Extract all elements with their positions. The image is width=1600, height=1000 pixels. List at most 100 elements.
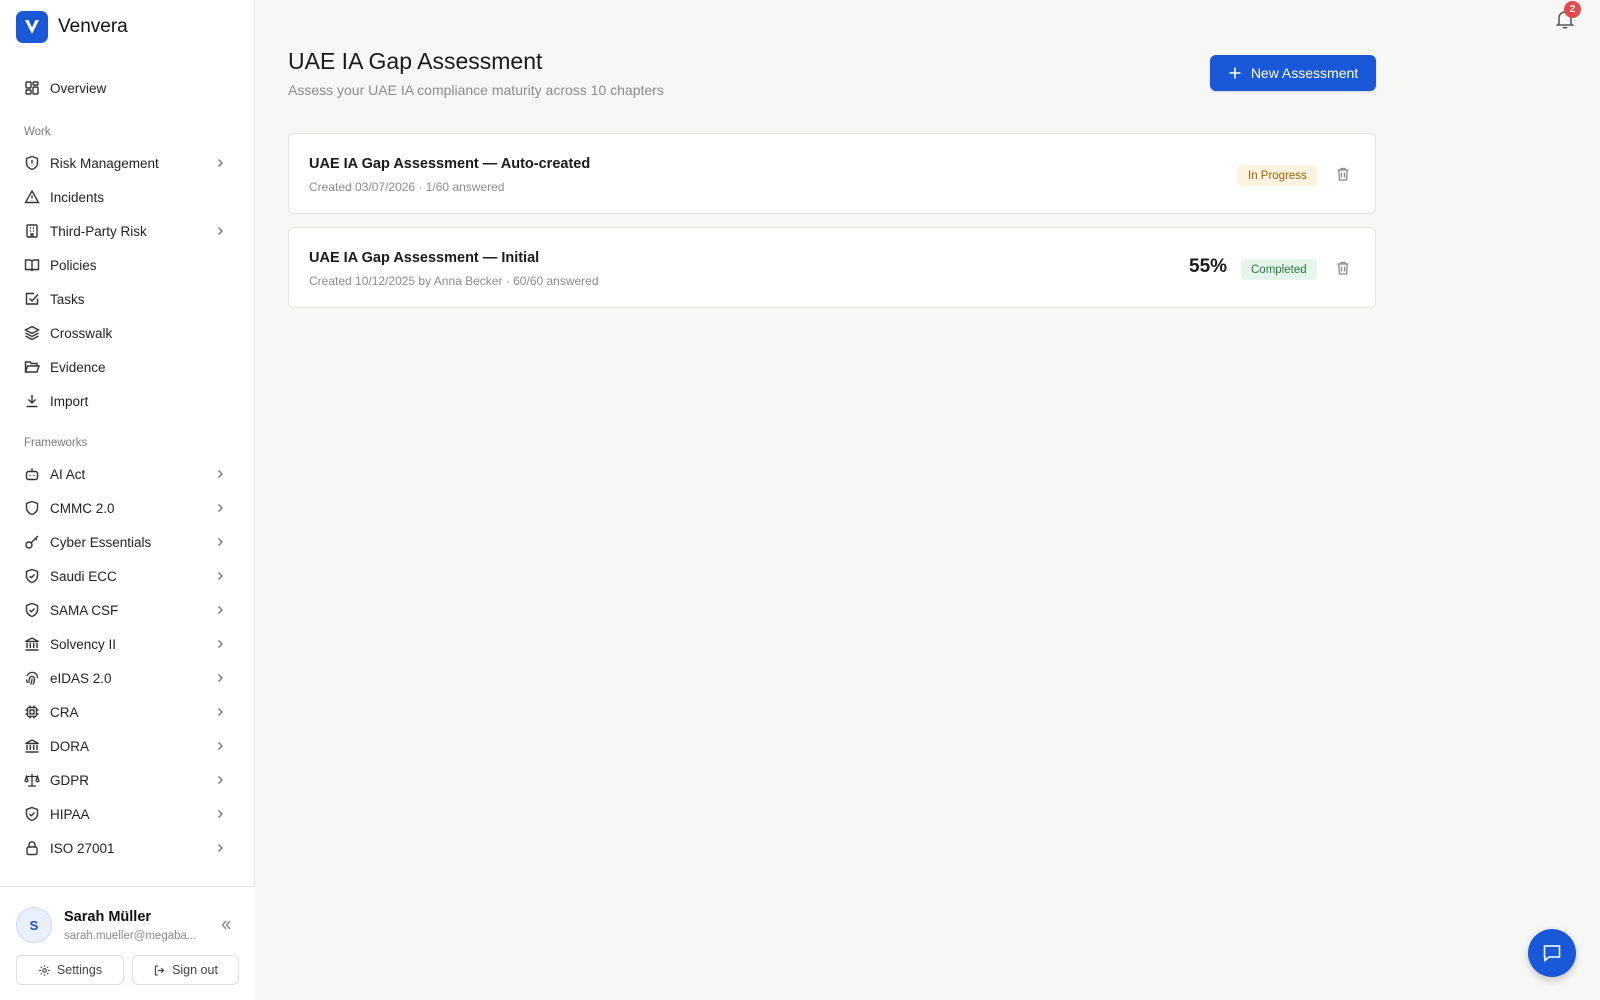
section-label-work: Work — [24, 126, 51, 138]
trash-icon[interactable] — [1335, 166, 1351, 182]
page-subtitle: Assess your UAE IA compliance maturity a… — [288, 82, 664, 98]
sidebar-item-solvency-ii[interactable]: Solvency II — [12, 628, 240, 660]
sidebar-item-evidence[interactable]: Evidence — [12, 351, 240, 383]
bot-icon — [24, 466, 40, 482]
sidebar-item-label: Incidents — [50, 189, 105, 205]
chevron-right-icon — [218, 159, 223, 167]
chevron-right-icon — [218, 810, 223, 818]
sidebar-item-third-party-risk[interactable]: Third-Party Risk — [12, 215, 240, 247]
sidebar-item-policies[interactable]: Policies — [12, 249, 240, 281]
assessment-card[interactable]: UAE IA Gap Assessment — Auto-created Cre… — [288, 133, 1376, 214]
sidebar-item-label: CMMC 2.0 — [50, 500, 115, 516]
sidebar-item-eidas[interactable]: eIDAS 2.0 — [12, 662, 240, 694]
chevron-right-icon — [218, 776, 223, 784]
notification-count-badge: 2 — [1564, 1, 1581, 18]
brand[interactable]: Venvera — [16, 11, 128, 43]
download-icon — [24, 393, 40, 409]
assessment-title: UAE IA Gap Assessment — Auto-created — [309, 156, 591, 172]
shield-alert-icon — [24, 155, 40, 171]
sidebar-item-label: Crosswalk — [50, 325, 113, 341]
chat-button[interactable] — [1528, 929, 1576, 977]
sidebar-item-gdpr[interactable]: GDPR — [12, 764, 240, 796]
bank-icon — [24, 636, 40, 652]
plus-icon — [1229, 67, 1241, 79]
sidebar-item-label: GDPR — [50, 772, 90, 788]
assessment-title: UAE IA Gap Assessment — Initial — [309, 250, 540, 266]
bank-icon — [24, 738, 40, 754]
sidebar-item-ai-act[interactable]: AI Act — [12, 458, 240, 490]
shield-check-icon — [24, 568, 40, 584]
sidebar-item-saudi-ecc[interactable]: Saudi ECC — [12, 560, 240, 592]
new-assessment-label: New Assessment — [1250, 65, 1359, 81]
scale-icon — [24, 772, 40, 788]
chevron-right-icon — [218, 640, 223, 648]
layers-icon — [24, 325, 40, 341]
building-icon — [24, 223, 40, 239]
sidebar-nav: Overview Work Risk Management Incidents … — [0, 70, 255, 885]
user-email: sarah.mueller@megaba... — [64, 930, 197, 942]
sidebar-item-label: Risk Management — [50, 155, 159, 171]
warning-triangle-icon — [24, 189, 40, 205]
sidebar-item-crosswalk[interactable]: Crosswalk — [12, 317, 240, 349]
sidebar-item-label: AI Act — [50, 466, 86, 482]
sidebar-item-label: Saudi ECC — [50, 568, 117, 584]
grid-icon — [24, 80, 40, 96]
status-badge: In Progress — [1238, 165, 1317, 186]
fingerprint-icon — [24, 670, 40, 686]
sidebar-item-hipaa[interactable]: HIPAA — [12, 798, 240, 830]
chip-icon — [24, 704, 40, 720]
sidebar-item-label: DORA — [50, 738, 90, 754]
sidebar-item-cmmc[interactable]: CMMC 2.0 — [12, 492, 240, 524]
sidebar-item-incidents[interactable]: Incidents — [12, 181, 240, 213]
folder-open-icon — [24, 359, 40, 375]
sidebar-item-dora[interactable]: DORA — [12, 730, 240, 762]
sign-out-button[interactable]: Sign out — [132, 955, 239, 985]
key-icon — [24, 534, 40, 550]
chevron-right-icon — [218, 572, 223, 580]
sidebar-item-import[interactable]: Import — [12, 385, 240, 417]
sidebar-item-cyber-essentials[interactable]: Cyber Essentials — [12, 526, 240, 558]
book-open-icon — [24, 257, 40, 273]
sidebar: Venvera Overview Work Risk Management In… — [0, 0, 255, 1000]
chevron-right-icon — [218, 227, 223, 235]
sidebar-item-tasks[interactable]: Tasks — [12, 283, 240, 315]
sidebar-item-sama-csf[interactable]: SAMA CSF — [12, 594, 240, 626]
sidebar-item-label: CRA — [50, 704, 79, 720]
sidebar-item-label: Third-Party Risk — [50, 223, 147, 239]
chevron-right-icon — [218, 470, 223, 478]
avatar[interactable]: S — [16, 907, 52, 943]
sidebar-item-iso-27001[interactable]: ISO 27001 — [12, 832, 240, 864]
chevron-right-icon — [218, 606, 223, 614]
page-title: UAE IA Gap Assessment — [288, 48, 543, 74]
chevron-right-icon — [218, 674, 223, 682]
chevron-right-icon — [218, 742, 223, 750]
settings-button[interactable]: Settings — [16, 955, 124, 985]
section-label-frameworks: Frameworks — [24, 437, 88, 449]
new-assessment-button[interactable]: New Assessment — [1210, 55, 1376, 91]
shield-icon — [24, 500, 40, 516]
chevron-right-icon — [218, 504, 223, 512]
trash-icon[interactable] — [1335, 260, 1351, 276]
sidebar-item-label: Overview — [50, 80, 107, 96]
assessment-card[interactable]: UAE IA Gap Assessment — Initial Created … — [288, 227, 1376, 308]
sidebar-item-overview[interactable]: Overview — [12, 72, 240, 104]
sidebar-item-cra[interactable]: CRA — [12, 696, 240, 728]
chevron-right-icon — [218, 844, 223, 852]
settings-label: Settings — [56, 963, 103, 977]
status-badge: Completed — [1241, 259, 1317, 280]
collapse-sidebar-icon[interactable] — [218, 917, 234, 933]
shield-check-icon — [24, 602, 40, 618]
assessment-meta: Created 10/12/2025 by Anna Becker · 60/6… — [309, 274, 599, 288]
chat-icon — [1543, 945, 1561, 963]
chevron-right-icon — [218, 538, 223, 546]
sidebar-item-label: Evidence — [50, 359, 106, 375]
checkbox-icon — [24, 291, 40, 307]
sidebar-item-label: Import — [50, 393, 89, 409]
assessment-score: 55% — [1189, 256, 1228, 277]
shield-check-icon — [24, 806, 40, 822]
sidebar-item-risk-management[interactable]: Risk Management — [12, 147, 240, 179]
sidebar-item-label: HIPAA — [50, 806, 90, 822]
sidebar-item-label: ISO 27001 — [50, 840, 115, 856]
sidebar-item-label: eIDAS 2.0 — [50, 670, 112, 686]
lock-icon — [24, 840, 40, 856]
